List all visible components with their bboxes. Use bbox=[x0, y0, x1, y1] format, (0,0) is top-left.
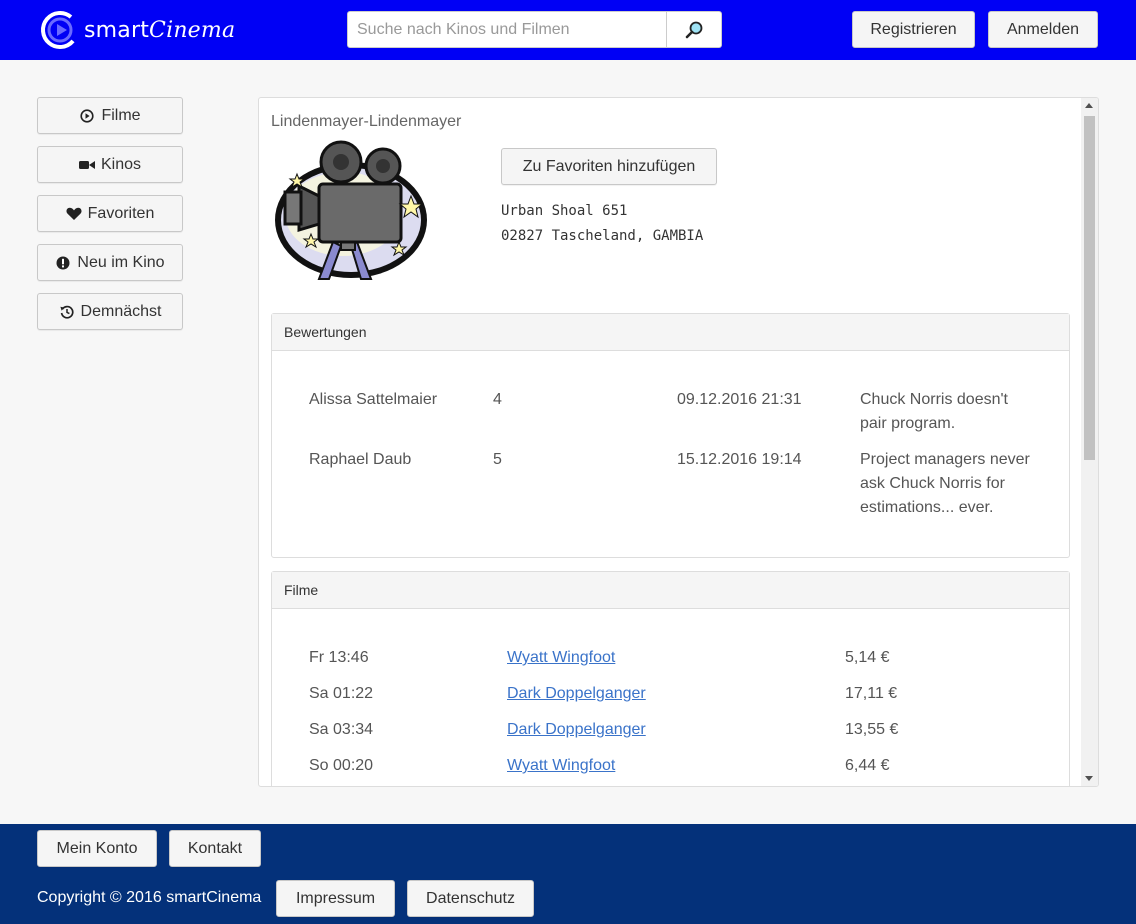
sidebar-item-label: Favoriten bbox=[87, 204, 155, 222]
heart-icon bbox=[66, 206, 82, 222]
sidebar-item-demnaechst[interactable]: Demnächst bbox=[37, 293, 183, 330]
film-link[interactable]: Wyatt Wingfoot bbox=[507, 754, 615, 778]
play-circle-icon bbox=[79, 108, 95, 124]
scrollbar-thumb[interactable] bbox=[1084, 116, 1095, 460]
review-text-line: ask Chuck Norris for bbox=[860, 475, 1005, 492]
sidebar-item-label: Kinos bbox=[100, 155, 142, 173]
ticket-price: 17,11 € bbox=[845, 685, 898, 702]
review-text-line: pair program. bbox=[860, 415, 956, 432]
reviews-heading: Bewertungen bbox=[272, 314, 1069, 351]
panel-scrollbar[interactable] bbox=[1081, 98, 1098, 786]
top-navbar: smartCinema Registrieren Anmelden bbox=[0, 0, 1136, 60]
showtime: Fr 13:46 bbox=[309, 649, 369, 666]
my-account-button[interactable]: Mein Konto bbox=[37, 830, 157, 867]
film-link[interactable]: Dark Doppelganger bbox=[507, 682, 646, 706]
review-text-line: Project managers never bbox=[860, 451, 1030, 468]
showtime: So 00:20 bbox=[309, 757, 374, 774]
add-to-favorites-button[interactable]: Zu Favoriten hinzufügen bbox=[501, 148, 717, 185]
imprint-button[interactable]: Impressum bbox=[276, 880, 395, 917]
sidebar-item-favoriten[interactable]: Favoriten bbox=[37, 195, 183, 232]
register-button[interactable]: Registrieren bbox=[852, 11, 975, 48]
showtime: Sa 03:34 bbox=[309, 721, 374, 738]
contact-button[interactable]: Kontakt bbox=[169, 830, 261, 867]
sidebar-item-label: Filme bbox=[101, 106, 141, 124]
scroll-up-icon[interactable] bbox=[1085, 103, 1093, 108]
copyright-text: Copyright © 2016 smartCinema bbox=[37, 889, 262, 906]
sidebar-item-label: Demnächst bbox=[80, 302, 162, 320]
review-rating: 4 bbox=[493, 391, 502, 408]
scroll-down-icon[interactable] bbox=[1085, 776, 1093, 781]
exclamation-circle-icon bbox=[55, 255, 71, 271]
ticket-price: 13,55 € bbox=[845, 721, 899, 738]
review-date: 09.12.2016 21:31 bbox=[677, 391, 802, 408]
review-rating: 5 bbox=[493, 451, 502, 468]
sidebar-item-neu-im-kino[interactable]: Neu im Kino bbox=[37, 244, 183, 281]
film-link[interactable]: Wyatt Wingfoot bbox=[507, 646, 615, 670]
sidebar-item-filme[interactable]: Filme bbox=[37, 97, 183, 134]
review-author: Raphael Daub bbox=[309, 451, 412, 468]
review-text-line: Chuck Norris doesn't bbox=[860, 391, 1008, 408]
history-icon bbox=[59, 304, 75, 320]
sidebar-item-label: Neu im Kino bbox=[77, 253, 165, 271]
logo[interactable]: smartCinema bbox=[38, 8, 235, 52]
reviews-card: Bewertungen Alissa Sattelmaier 4 09.12.2… bbox=[271, 313, 1070, 558]
logo-icon bbox=[41, 11, 79, 49]
search-input[interactable] bbox=[347, 11, 667, 48]
review-author: Alissa Sattelmaier bbox=[309, 391, 438, 408]
review-text-line: estimations... ever. bbox=[860, 499, 994, 516]
video-camera-icon bbox=[78, 157, 95, 173]
privacy-button[interactable]: Datenschutz bbox=[407, 880, 534, 917]
ticket-price: 5,14 € bbox=[845, 649, 890, 666]
search-button[interactable] bbox=[666, 11, 722, 48]
films-card: Filme Fr 13:46 Wyatt Wingfoot 5,14 € Sa … bbox=[271, 571, 1070, 786]
address-city: 02827 Tascheland, GAMBIA bbox=[501, 228, 704, 244]
login-button[interactable]: Anmelden bbox=[988, 11, 1098, 48]
search-icon bbox=[685, 21, 703, 38]
logo-text: smartCinema bbox=[84, 18, 236, 43]
film-link[interactable]: Dark Doppelganger bbox=[507, 718, 646, 742]
movie-camera-illustration bbox=[275, 140, 427, 280]
films-heading: Filme bbox=[272, 572, 1069, 609]
address-street: Urban Shoal 651 bbox=[501, 203, 628, 219]
cinema-detail-panel: Lindenmayer-Lindenmayer Zu Favoriten hin… bbox=[258, 97, 1099, 787]
showtime: Sa 01:22 bbox=[309, 685, 374, 702]
ticket-price: 6,44 € bbox=[845, 757, 890, 774]
review-date: 15.12.2016 19:14 bbox=[677, 451, 802, 468]
sidebar-item-kinos[interactable]: Kinos bbox=[37, 146, 183, 183]
cinema-name: Lindenmayer-Lindenmayer bbox=[271, 113, 462, 130]
